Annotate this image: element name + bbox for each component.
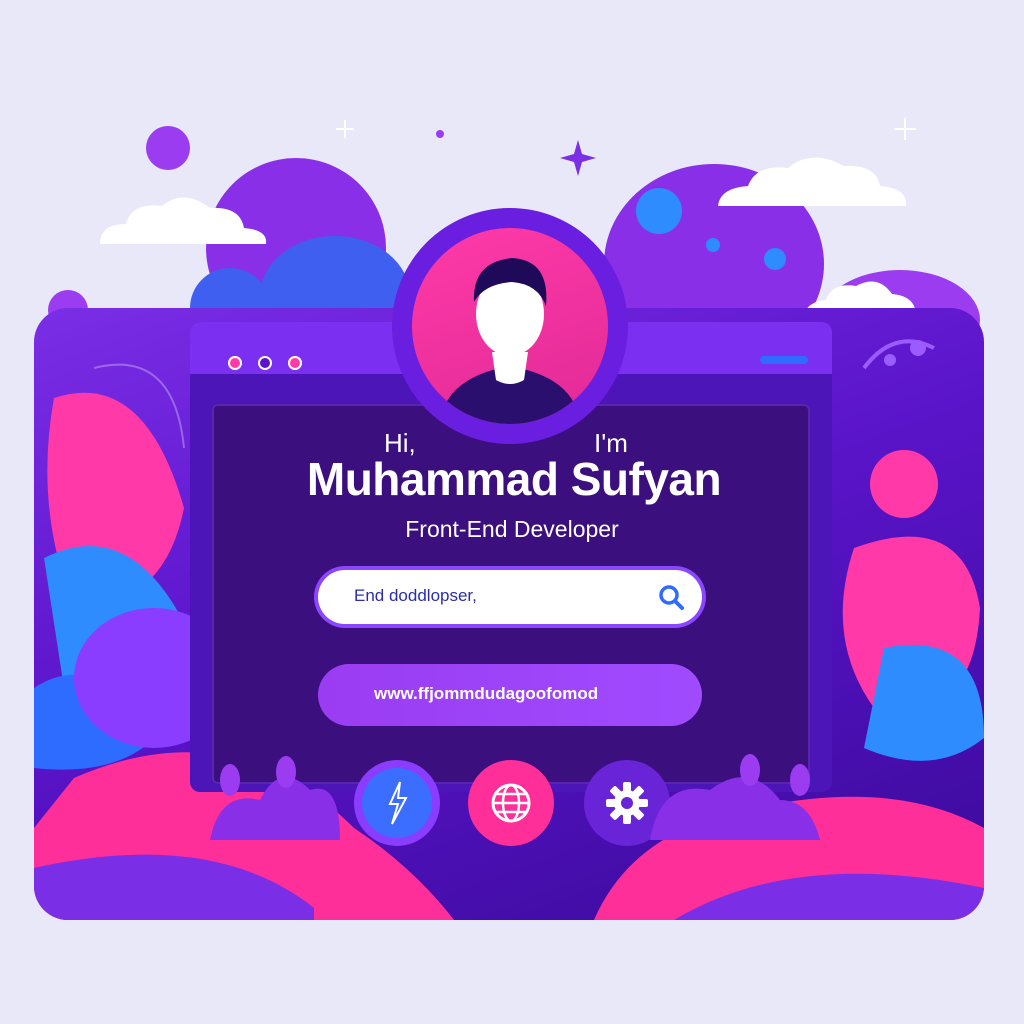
sparkle-icon [894, 118, 916, 140]
cloud-icon [718, 157, 907, 206]
foreground-leaves [210, 754, 820, 840]
page-title: Muhammad Sufyan [306, 453, 722, 505]
decor-bubble [706, 238, 720, 252]
hero-illustration: Hi, I'm Muhammad Sufyan Front-End Develo… [0, 0, 1024, 1024]
website-link-label: www.ffjommdudagoofomod [374, 684, 599, 703]
window-close-button[interactable] [228, 356, 242, 370]
search-icon[interactable] [656, 582, 686, 612]
website-link-button[interactable]: www.ffjommdudagoofomod [318, 664, 702, 726]
decor-bubble [636, 188, 682, 234]
sparkle-icon [336, 120, 354, 138]
window-minimize-button[interactable] [258, 356, 272, 370]
window-maximize-button[interactable] [288, 356, 302, 370]
avatar[interactable] [412, 228, 608, 424]
decor-dot [436, 130, 444, 138]
search-field[interactable]: End doddlopser, [318, 570, 702, 624]
person-icon [440, 258, 580, 424]
cloud-icon [100, 197, 267, 244]
search-input[interactable]: End doddlopser, [354, 586, 477, 606]
sparkle-icon [560, 140, 596, 176]
decor-bubble [146, 126, 190, 170]
decor-bubble [764, 248, 786, 270]
titlebar-indicator [760, 356, 808, 364]
role-subtitle: Front-End Developer [405, 516, 619, 542]
